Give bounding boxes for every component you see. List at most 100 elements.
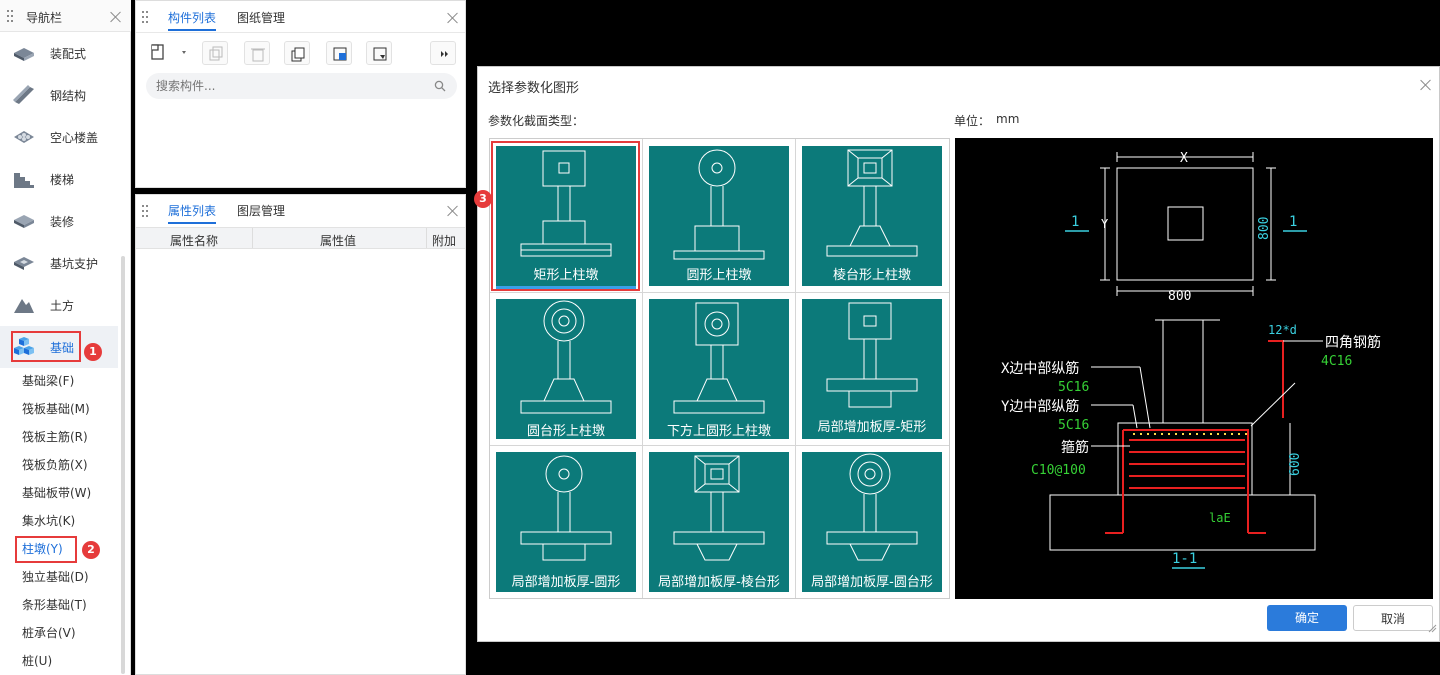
nav-item-label: 装配式 (50, 47, 87, 61)
more-button[interactable] (430, 41, 456, 65)
column-header: 属性值 (320, 234, 357, 248)
highlight-box (11, 331, 81, 362)
y-mid-bar-label: Y边中部纵筋 (1001, 398, 1079, 415)
nav-item-pit-support[interactable]: 基坑支护 (0, 242, 118, 284)
height-dim: 600 (1288, 453, 1303, 476)
cad-preview: X Y 800 800 1 1 12*d 四角钢筋 4C16 X边中部纵筋 5C… (955, 138, 1433, 599)
drag-handle-icon[interactable] (142, 205, 150, 217)
nav-item-label: 土方 (50, 299, 75, 313)
prefab-icon (14, 48, 34, 61)
confirm-button[interactable]: 确定 (1267, 605, 1347, 631)
tab-layer-manage[interactable]: 图层管理 (237, 198, 285, 224)
dim-right: 800 (1257, 217, 1272, 240)
dim-y-label: Y (1101, 217, 1109, 231)
tile-local-thicken-circle[interactable]: 局部增加板厚-圆形 (496, 452, 636, 592)
dim-x-label: X (1180, 151, 1188, 166)
close-icon[interactable] (447, 205, 459, 217)
tile-label: 下方上圆形上柱墩 (666, 424, 771, 439)
sub-item-pile-cap[interactable]: 桩承台(V) (22, 623, 76, 643)
sort-button[interactable] (326, 41, 352, 65)
drag-handle-icon[interactable] (142, 11, 150, 23)
nav-scrollbar[interactable] (121, 256, 125, 674)
nav-header: 导航栏 (0, 0, 131, 32)
nav-item-steel[interactable]: 钢结构 (0, 74, 118, 116)
tile-label: 局部增加板厚-棱台形 (658, 575, 780, 590)
sub-item-strip-footing[interactable]: 条形基础(T) (22, 595, 87, 615)
sub-item-pile[interactable]: 桩(U) (22, 651, 52, 671)
tile-frustum-pier[interactable]: 棱台形上柱墩 (802, 146, 942, 286)
column-header: 附加 (432, 234, 457, 248)
parametric-shape-dialog: 选择参数化图形 参数化截面类型： 单位： mm 矩形上柱墩 圆形上柱墩 棱台形上… (474, 66, 1440, 642)
sub-item-raft-main-bar[interactable]: 筏板主筋(R) (22, 427, 88, 447)
tile-local-thicken-cone[interactable]: 局部增加板厚-圆台形 (802, 452, 942, 592)
close-icon[interactable] (110, 11, 122, 23)
tab-component-list[interactable]: 构件列表 (168, 5, 217, 31)
search-input[interactable] (156, 76, 426, 96)
tile-label: 局部增加板厚-圆台形 (811, 575, 933, 590)
tile-local-thicken-frustum[interactable]: 局部增加板厚-棱台形 (649, 452, 789, 592)
tile-label: 局部增加板厚-矩形 (817, 420, 927, 435)
nav-item-decoration[interactable]: 装修 (0, 200, 118, 242)
nav-item-label: 装修 (50, 215, 75, 229)
filter-button[interactable] (366, 41, 392, 65)
resize-grip-icon[interactable] (1427, 622, 1437, 633)
property-table-header: 属性名称 属性值 附加 (136, 227, 465, 249)
corner-bar-label: 四角钢筋 (1325, 334, 1381, 351)
sub-item-raft[interactable]: 筏板基础(M) (22, 399, 90, 419)
section-mark-right: 1 (1289, 214, 1297, 230)
tile-local-thicken-rect[interactable]: 局部增加板厚-矩形 (802, 299, 942, 439)
sub-item-foundation-beam[interactable]: 基础梁(F) (22, 371, 74, 391)
nav-item-earthwork[interactable]: 土方 (0, 284, 118, 326)
sub-item-sump[interactable]: 集水坑(K) (22, 511, 75, 531)
tab-drawing-manage[interactable]: 图纸管理 (237, 5, 285, 31)
nav-item-stairs[interactable]: 楼梯 (0, 158, 118, 200)
navigation-panel: 导航栏 装配式 钢结构 空心楼盖 楼梯 装修 基坑支护 土方 基础 1 基础梁(… (0, 0, 131, 675)
section-label: 参数化截面类型： (488, 114, 585, 128)
nav-item-label: 基坑支护 (50, 257, 99, 271)
new-component-button[interactable] (146, 41, 190, 65)
property-panel: 属性列表 图层管理 属性名称 属性值 附加 (135, 194, 466, 675)
nav-item-label: 楼梯 (50, 173, 75, 187)
hollow-slab-icon (14, 131, 34, 143)
tile-square-round-pier[interactable]: 下方上圆形上柱墩 (649, 299, 789, 439)
stirrup-spec: C10@100 (1031, 463, 1086, 478)
step-badge-3: 3 (474, 190, 492, 208)
component-list-panel: 构件列表 图纸管理 (135, 0, 466, 188)
nav-item-hollow-slab[interactable]: 空心楼盖 (0, 116, 118, 158)
anchor-label: laE (1209, 511, 1231, 525)
dim-bottom: 800 (1168, 289, 1191, 304)
top-right-dim: 12*d (1268, 323, 1297, 337)
copy-button[interactable] (202, 41, 228, 65)
cancel-button[interactable]: 取消 (1353, 605, 1433, 631)
pit-support-icon (14, 257, 34, 270)
close-icon[interactable] (1420, 79, 1432, 91)
tile-label: 圆台形上柱墩 (526, 424, 605, 439)
delete-button[interactable] (244, 41, 270, 65)
nav-item-prefab[interactable]: 装配式 (0, 32, 118, 74)
steel-beam-icon (13, 85, 34, 104)
drag-handle-icon[interactable] (7, 10, 15, 22)
step-badge-2: 2 (82, 541, 100, 559)
step-badge-1: 1 (84, 343, 102, 361)
stairs-icon (14, 173, 34, 188)
tile-circular-frustum-pier[interactable]: 圆台形上柱墩 (496, 299, 636, 439)
decoration-icon (14, 215, 34, 228)
sub-item-slab-strip[interactable]: 基础板带(W) (22, 483, 91, 503)
close-icon[interactable] (447, 12, 459, 24)
tile-label: 圆形上柱墩 (686, 268, 752, 283)
layer-copy-button[interactable] (284, 41, 310, 65)
nav-item-label: 空心楼盖 (50, 131, 99, 145)
dialog-title: 选择参数化图形 (488, 81, 580, 96)
x-mid-bar-label: X边中部纵筋 (1001, 360, 1079, 377)
sub-item-raft-neg-bar[interactable]: 筏板负筋(X) (22, 455, 88, 475)
sub-item-isolated-footing[interactable]: 独立基础(D) (22, 567, 89, 587)
unit-value: mm (996, 112, 1020, 126)
stirrup-label: 箍筋 (1061, 439, 1089, 456)
search-box[interactable] (146, 73, 457, 99)
shape-grid: 矩形上柱墩 圆形上柱墩 棱台形上柱墩 圆台形上柱墩 下方上圆形上柱墩 局部增加板… (489, 138, 950, 599)
tile-circle-pier[interactable]: 圆形上柱墩 (649, 146, 789, 286)
nav-item-label: 钢结构 (50, 89, 87, 103)
unit-label: 单位： (954, 114, 991, 128)
search-icon[interactable] (434, 80, 446, 92)
tab-property-list[interactable]: 属性列表 (168, 198, 217, 224)
